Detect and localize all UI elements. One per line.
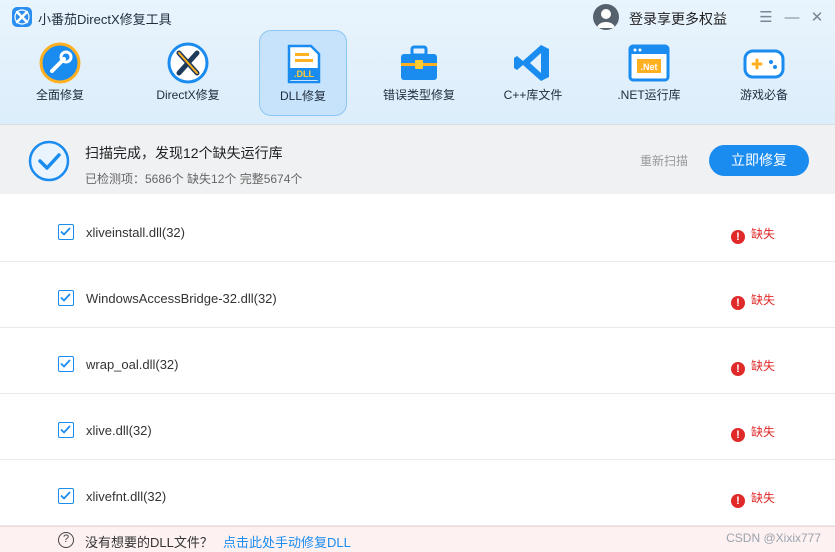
item-checkbox[interactable] (58, 422, 74, 438)
rescan-button[interactable]: 重新扫描 (640, 152, 688, 169)
missing-dll-list: xliveinstall.dll(32) ! 缺失 WindowsAccessBr… (0, 196, 835, 526)
dll-file-name: WindowsAccessBridge-32.dll(32) (86, 291, 277, 306)
feature-tabs: 全面修复 DirectX修复 .DLL DLL修复 错误类型修复 C++库文件 … (0, 30, 835, 118)
status-text: 缺失 (751, 227, 776, 241)
status-badge: ! 缺失 (731, 291, 775, 310)
status-badge: ! 缺失 (731, 357, 775, 376)
tab-label: DirectX修复 (156, 88, 220, 102)
tab-label: 游戏必备 (739, 88, 788, 102)
status-text: 缺失 (751, 359, 776, 373)
tab-label: 全面修复 (35, 88, 84, 102)
status-text: 缺失 (751, 425, 776, 439)
list-item: xliveinstall.dll(32) ! 缺失 (0, 196, 835, 262)
scan-result-title: 扫描完成，发现12个缺失运行库 (85, 145, 283, 161)
tab-label: C++库文件 (503, 88, 563, 102)
tab-cpp-library[interactable]: C++库文件 (489, 30, 577, 116)
dotnet-icon: .Net (627, 41, 671, 85)
gamepad-icon (742, 41, 786, 85)
dll-file-name: xliveinstall.dll(32) (86, 225, 185, 240)
footer-question: 没有想要的DLL文件？ (85, 535, 213, 550)
tab-full-repair[interactable]: 全面修复 (16, 30, 104, 116)
status-badge: ! 缺失 (731, 225, 775, 244)
tab-label: .NET运行库 (617, 88, 681, 102)
vscode-icon (511, 41, 555, 85)
dll-file-name: wrap_oal.dll(32) (86, 357, 179, 372)
app-title: 小番茄DirectX修复工具 (38, 12, 172, 27)
error-icon: ! (731, 428, 745, 442)
status-text: 缺失 (751, 293, 776, 307)
list-item: WindowsAccessBridge-32.dll(32) ! 缺失 (0, 262, 835, 328)
login-link[interactable]: 登录享更多权益 (629, 9, 727, 29)
toolbox-icon (397, 41, 441, 85)
dll-icon-text: .DLL (294, 69, 314, 79)
app-window: 小番茄DirectX修复工具 登录享更多权益 ☰ — ✕ 全面修复 Direct… (0, 0, 835, 552)
user-avatar-icon[interactable] (593, 4, 619, 30)
fix-now-button[interactable]: 立即修复 (709, 145, 809, 176)
dll-file-name: xlivefnt.dll(32) (86, 489, 167, 504)
tab-label: 错误类型修复 (382, 88, 455, 102)
title-bar: 小番茄DirectX修复工具 登录享更多权益 ☰ — ✕ (0, 0, 835, 34)
item-checkbox[interactable] (58, 488, 74, 504)
error-icon: ! (731, 296, 745, 310)
dll-file-name: xlive.dll(32) (86, 423, 152, 438)
status-text: 缺失 (751, 491, 776, 505)
list-item: wrap_oal.dll(32) ! 缺失 (0, 328, 835, 394)
item-checkbox[interactable] (58, 224, 74, 240)
wrench-icon (38, 41, 82, 85)
tab-label: DLL修复 (279, 89, 326, 103)
tab-dotnet-runtime[interactable]: .Net .NET运行库 (605, 30, 693, 116)
error-icon: ! (731, 362, 745, 376)
close-icon[interactable]: ✕ (807, 7, 827, 27)
item-checkbox[interactable] (58, 290, 74, 306)
app-logo-icon (12, 7, 32, 27)
header: 小番茄DirectX修复工具 登录享更多权益 ☰ — ✕ 全面修复 Direct… (0, 0, 835, 124)
tab-game-essentials[interactable]: 游戏必备 (720, 30, 808, 116)
status-badge: ! 缺失 (731, 489, 775, 508)
directx-icon (166, 41, 210, 85)
help-icon: ? (58, 532, 74, 548)
check-circle-icon (28, 140, 70, 182)
item-checkbox[interactable] (58, 356, 74, 372)
tab-error-type-repair[interactable]: 错误类型修复 (375, 30, 463, 116)
minimize-icon[interactable]: — (782, 7, 802, 27)
manual-fix-link[interactable]: 点击此处手动修复DLL (223, 532, 351, 551)
error-icon: ! (731, 230, 745, 244)
scan-summary: 扫描完成，发现12个缺失运行库 已检测项：5686个 缺失12个 完整5674个… (0, 124, 835, 194)
tab-dll-repair[interactable]: .DLL DLL修复 (259, 30, 347, 116)
status-badge: ! 缺失 (731, 423, 775, 442)
list-item: xlivefnt.dll(32) ! 缺失 (0, 460, 835, 526)
list-item: xlive.dll(32) ! 缺失 (0, 394, 835, 460)
net-icon-text: .Net (640, 62, 657, 72)
watermark: CSDN @Xixix777 (726, 531, 821, 545)
tab-directx-repair[interactable]: DirectX修复 (144, 30, 232, 116)
menu-icon[interactable]: ☰ (756, 7, 776, 27)
scan-stats: 已检测项：5686个 缺失12个 完整5674个 (85, 172, 303, 186)
error-icon: ! (731, 494, 745, 508)
dll-file-icon: .DLL (281, 42, 325, 86)
footer: ? 没有想要的DLL文件？ 点击此处手动修复DLL CSDN @Xixix777 (0, 526, 835, 552)
